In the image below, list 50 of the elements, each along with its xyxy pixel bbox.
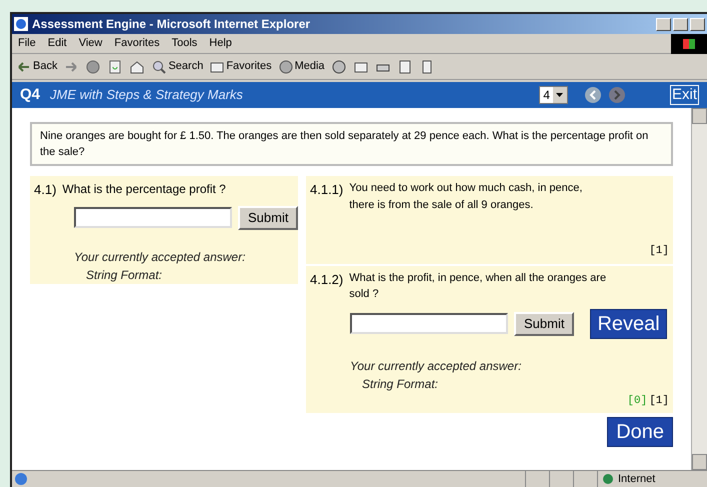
toolbar-button[interactable]: Media — [278, 58, 325, 75]
exit-button[interactable]: Exit — [670, 84, 699, 106]
home-icon — [129, 58, 146, 74]
step-question: You need to work out how much cash, in pence, there is from the sale of all 9 oranges. — [349, 181, 584, 212]
dropdown-caret-icon — [556, 93, 564, 97]
step-number: 4.1.1) — [310, 181, 344, 199]
windows-logo-icon — [671, 34, 707, 54]
menu-item[interactable]: Tools — [166, 35, 204, 52]
submit-button[interactable]: Submit — [238, 206, 298, 230]
toolbar-button[interactable] — [107, 58, 124, 74]
menu-item[interactable]: Help — [203, 35, 238, 52]
toolbar-button[interactable] — [396, 58, 413, 74]
zone-label: Internet — [618, 472, 656, 487]
menu-item[interactable]: Favorites — [108, 35, 166, 52]
window-title: Assessment Engine - Microsoft Internet Explorer — [32, 16, 310, 33]
accepted-answer-label: Your currently accepted answer: — [74, 248, 246, 266]
minimize-button[interactable] — [656, 18, 671, 30]
question-text: Nine oranges are bought for £ 1.50. The oranges are then sold separately at 29 pence each. What is the percentage profit on the sale? — [30, 122, 673, 166]
answer-field[interactable] — [74, 207, 232, 228]
question-title: JME with Steps & Strategy Marks — [50, 86, 243, 104]
part-question: What is the percentage profit ? — [62, 181, 226, 198]
accepted-answer-label: Your currently accepted answer: — [350, 358, 522, 374]
toolbar-button[interactable]: Back — [16, 58, 58, 75]
previous-button[interactable] — [584, 86, 602, 104]
toolbar-button[interactable]: Favorites — [209, 58, 272, 75]
refresh-icon — [107, 58, 124, 74]
mark-label: [1] — [649, 244, 669, 259]
submit-button[interactable]: Submit — [514, 312, 574, 336]
question-number: Q4 — [20, 84, 40, 105]
browser-logo-icon — [14, 17, 28, 31]
menu-item[interactable]: Edit — [42, 35, 73, 52]
close-button[interactable] — [690, 18, 705, 30]
mark-label: [0] — [627, 394, 648, 408]
answer-field[interactable] — [350, 313, 508, 334]
done-button[interactable]: Done — [607, 417, 673, 447]
step-number: 4.1.2) — [310, 270, 344, 289]
maximize-button[interactable] — [673, 18, 688, 30]
toolbar-button[interactable] — [129, 58, 146, 74]
menu-item[interactable]: View — [72, 35, 108, 52]
reveal-button[interactable]: Reveal — [590, 308, 667, 338]
menu-item[interactable]: File — [12, 35, 42, 52]
magnifier-icon — [151, 58, 168, 74]
question-select[interactable]: 4 — [539, 86, 568, 104]
part-number: 4.1) — [34, 181, 56, 199]
format-label: String Format: — [86, 266, 164, 284]
toolbar-button[interactable]: Search — [151, 58, 204, 75]
format-label: String Format: — [362, 376, 440, 392]
step-question: What is the profit, in pence, when all the oranges are sold ? — [349, 270, 608, 302]
document-icon — [396, 58, 413, 74]
mark-label: [1] — [649, 394, 669, 408]
